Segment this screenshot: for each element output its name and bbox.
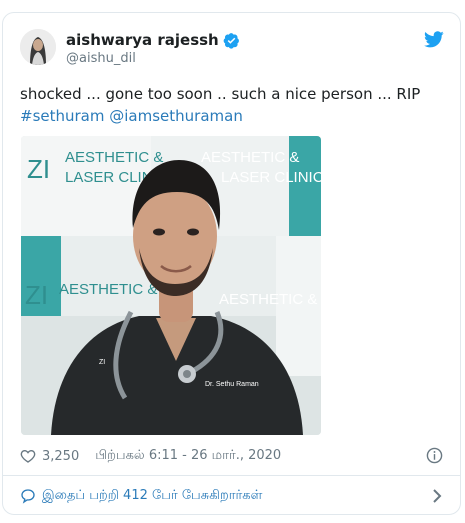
- chevron-right-icon[interactable]: [431, 489, 443, 503]
- banner-logo-2: ZI: [25, 280, 48, 310]
- replies-link[interactable]: இதைப் பற்றி 412 பேர் பேசுகிறார்கள்: [42, 488, 262, 504]
- display-name[interactable]: aishwarya rajessh: [66, 31, 219, 49]
- heart-icon[interactable]: [20, 448, 36, 464]
- timestamp[interactable]: பிற்பகல் 6:11 - 26 மார்., 2020: [95, 448, 281, 464]
- tweet-body: shocked ... gone too soon .. such a nice…: [20, 85, 421, 103]
- replies-footer[interactable]: இதைப் பற்றி 412 பேர் பேசுகிறார்கள்: [20, 486, 443, 506]
- tweet-header: aishwarya rajessh @aishu_dil: [20, 29, 444, 69]
- divider: [3, 475, 460, 476]
- name-row[interactable]: aishwarya rajessh: [66, 31, 240, 49]
- avatar-image: [20, 29, 56, 65]
- speech-bubble-icon: [21, 489, 35, 504]
- banner-text-5: LASER CLINIC: [221, 169, 321, 186]
- banner-text-6: AESTHETIC &: [219, 291, 317, 308]
- banner-text-3: AESTHETIC &: [59, 281, 157, 298]
- photo-image: ZI AESTHETIC & LASER CLINIC ZI AESTHETIC…: [21, 136, 321, 435]
- tweet-photo[interactable]: ZI AESTHETIC & LASER CLINIC ZI AESTHETIC…: [21, 136, 321, 435]
- handle[interactable]: @aishu_dil: [66, 51, 136, 66]
- like-count[interactable]: 3,250: [42, 449, 79, 464]
- scrub-label: Dr. Sethu Raman: [205, 381, 259, 388]
- info-icon[interactable]: [426, 447, 443, 464]
- tweet-meta: 3,250 பிற்பகல் 6:11 - 26 மார்., 2020: [20, 446, 443, 466]
- avatar[interactable]: [20, 29, 56, 65]
- scrub-logo: ZI: [99, 359, 105, 366]
- banner-text-4: AESTHETIC &: [201, 149, 299, 166]
- banner-text-1: AESTHETIC &: [65, 149, 163, 166]
- banner-logo-1: ZI: [27, 154, 50, 184]
- mention-link[interactable]: @iamsethuraman: [109, 107, 243, 125]
- verified-badge-icon: [223, 32, 239, 49]
- twitter-bird-icon[interactable]: [424, 31, 444, 48]
- hashtag-link[interactable]: #sethuram: [20, 107, 104, 125]
- tweet-card: aishwarya rajessh @aishu_dil shocked ...…: [2, 12, 461, 515]
- tweet-text: shocked ... gone too soon .. such a nice…: [20, 83, 440, 127]
